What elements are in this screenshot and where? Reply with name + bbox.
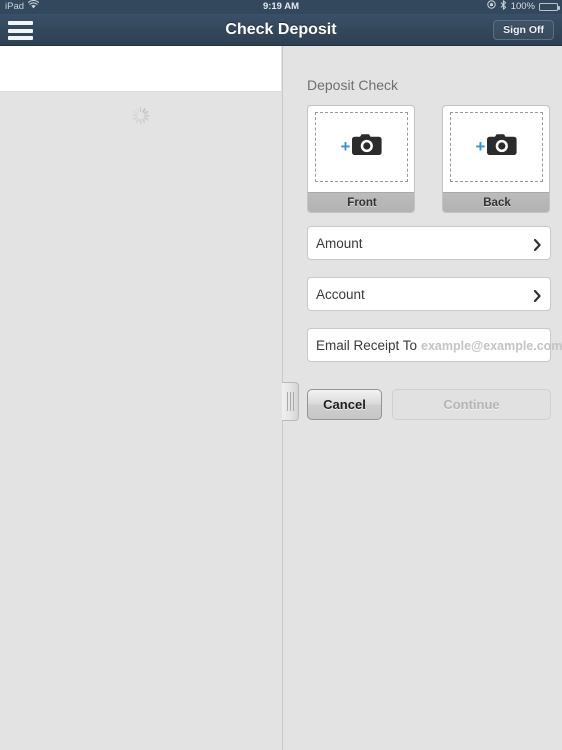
cancel-button[interactable]: Cancel [307, 389, 382, 420]
chevron-right-icon [533, 289, 541, 303]
camera-icon [487, 133, 518, 161]
amount-label: Amount [316, 236, 363, 251]
capture-front-label: Front [308, 192, 414, 212]
right-detail-panel: Deposit Check + Front + Back Amount Acco… [282, 46, 562, 750]
account-label: Account [316, 287, 365, 302]
capture-front-dropzone[interactable]: + [315, 112, 408, 182]
capture-front-card[interactable]: + Front [307, 105, 415, 213]
capture-back-card[interactable]: + Back [442, 105, 550, 213]
left-master-panel [0, 46, 281, 750]
status-bar: iPad 9:19 AM 100% [0, 0, 562, 14]
amount-field-row[interactable]: Amount [307, 226, 551, 260]
sign-off-button[interactable]: Sign Off [493, 20, 554, 40]
plus-icon: + [475, 137, 486, 156]
left-panel-content-strip [0, 46, 281, 92]
chevron-right-icon [533, 238, 541, 252]
email-receipt-input[interactable]: example@example.com [421, 329, 562, 363]
deposit-check-heading: Deposit Check [307, 77, 399, 93]
ipad-screen: iPad 9:19 AM 100% Check Deposit Sign Off… [0, 0, 562, 750]
battery-percent-label: 100% [510, 1, 535, 12]
capture-back-label: Back [443, 192, 549, 212]
navigation-bar: Check Deposit Sign Off [0, 14, 562, 46]
deposit-check-form: Deposit Check + Front + Back Amount Acco… [282, 46, 562, 736]
camera-icon [352, 133, 383, 161]
page-title: Check Deposit [225, 21, 337, 38]
loading-spinner-icon [132, 107, 150, 124]
bluetooth-icon [500, 0, 507, 15]
plus-icon: + [340, 137, 351, 156]
split-view-drag-handle[interactable] [282, 382, 299, 421]
account-field-row[interactable]: Account [307, 277, 551, 311]
status-bar-time: 9:19 AM [262, 1, 300, 12]
status-bar-right: 100% [486, 0, 560, 15]
capture-back-dropzone[interactable]: + [450, 112, 543, 182]
email-receipt-field-row[interactable]: Email Receipt To example@example.com [307, 328, 562, 362]
battery-full-icon [539, 3, 560, 11]
continue-button: Continue [392, 389, 551, 420]
email-receipt-label: Email Receipt To [316, 338, 418, 353]
rotation-lock-icon [486, 0, 496, 14]
